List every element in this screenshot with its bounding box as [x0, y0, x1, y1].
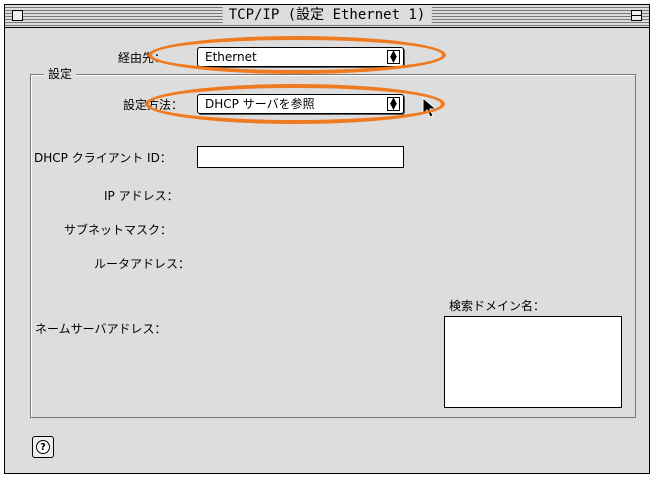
close-box-icon[interactable] [12, 10, 23, 21]
subnet-mask-label: サブネットマスク： [64, 223, 173, 237]
settings-group-title: 設定 [44, 67, 77, 81]
highlight-ellipse-configure [145, 84, 445, 124]
help-button[interactable]: ? [32, 436, 54, 458]
help-icon: ? [36, 440, 50, 454]
ip-address-label: IP アドレス： [104, 189, 179, 203]
window-title: TCP/IP (設定 Ethernet 1) [222, 6, 432, 25]
highlight-ellipse-connect-via [148, 36, 446, 74]
search-domains-label: 検索ドメイン名： [449, 299, 546, 313]
dhcp-client-id-field[interactable] [197, 146, 404, 168]
search-domains-field[interactable] [444, 316, 622, 408]
name-server-label: ネームサーバアドレス： [35, 322, 167, 336]
router-address-label: ルータアドレス： [94, 257, 191, 271]
title-bar[interactable]: TCP/IP (設定 Ethernet 1) [5, 5, 649, 28]
zoom-box-icon[interactable] [631, 10, 642, 21]
dhcp-client-id-label: DHCP クライアント ID： [34, 151, 172, 165]
